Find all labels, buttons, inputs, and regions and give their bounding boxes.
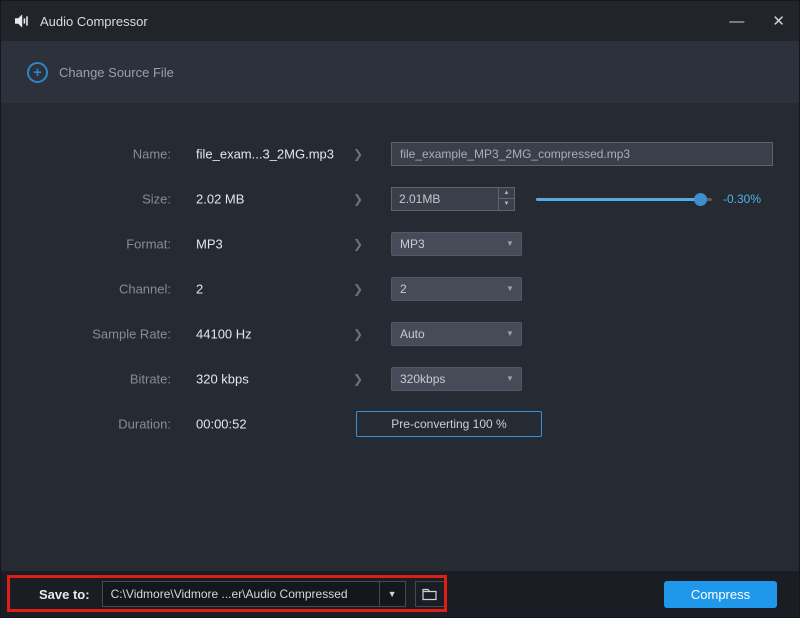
chevron-right-icon: ❯: [353, 372, 363, 386]
pre-converting-button[interactable]: Pre-converting 100 %: [356, 411, 542, 437]
browse-folder-button[interactable]: [415, 581, 445, 607]
folder-icon: [422, 588, 437, 601]
size-value: 2.02 MB: [196, 191, 244, 206]
channel-row: Channel: 2 ❯ 2 ▼: [1, 266, 799, 311]
chevron-down-icon: ▼: [499, 374, 521, 383]
chevron-right-icon: ❯: [353, 192, 363, 206]
bitrate-label: Bitrate:: [1, 371, 171, 386]
save-to-label: Save to:: [39, 587, 90, 602]
format-dropdown[interactable]: MP3 ▼: [391, 232, 522, 256]
chevron-right-icon: ❯: [353, 327, 363, 341]
window-controls: — ✕: [729, 14, 785, 29]
chevron-right-icon: ❯: [353, 282, 363, 296]
channel-dropdown[interactable]: 2 ▼: [391, 277, 522, 301]
format-selected: MP3: [392, 237, 499, 251]
chevron-down-icon[interactable]: ▼: [379, 582, 405, 606]
bitrate-selected: 320kbps: [392, 372, 499, 386]
chevron-down-icon: ▼: [499, 329, 521, 338]
audio-compressor-window: Audio Compressor — ✕ + Change Source Fil…: [0, 0, 800, 618]
target-size-input[interactable]: [392, 188, 498, 210]
size-row: Size: 2.02 MB ❯ ▲ ▼ -0.30%: [1, 176, 799, 221]
chevron-down-icon: ▼: [499, 239, 521, 248]
format-value: MP3: [196, 236, 223, 251]
window-title: Audio Compressor: [40, 14, 148, 29]
sample-rate-dropdown[interactable]: Auto ▼: [391, 322, 522, 346]
size-slider[interactable]: [536, 192, 712, 206]
title-bar: Audio Compressor — ✕: [1, 1, 799, 41]
format-label: Format:: [1, 236, 171, 251]
channel-label: Channel:: [1, 281, 171, 296]
channel-selected: 2: [392, 282, 499, 296]
duration-row: Duration: 00:00:52 Pre-converting 100 %: [1, 401, 799, 446]
stepper-up-icon[interactable]: ▲: [499, 188, 514, 200]
chevron-down-icon: ▼: [499, 284, 521, 293]
close-button[interactable]: ✕: [772, 14, 785, 29]
format-row: Format: MP3 ❯ MP3 ▼: [1, 221, 799, 266]
save-path-combobox[interactable]: C:\Vidmore\Vidmore ...er\Audio Compresse…: [102, 581, 406, 607]
duration-value: 00:00:52: [196, 416, 247, 431]
name-value: file_exam...3_2MG.mp3: [196, 146, 334, 161]
bitrate-dropdown[interactable]: 320kbps ▼: [391, 367, 522, 391]
target-size-stepper[interactable]: ▲ ▼: [391, 187, 515, 211]
sample-rate-row: Sample Rate: 44100 Hz ❯ Auto ▼: [1, 311, 799, 356]
slider-fill: [536, 198, 700, 201]
name-label: Name:: [1, 146, 171, 161]
stepper-buttons: ▲ ▼: [498, 188, 514, 210]
stepper-down-icon[interactable]: ▼: [499, 199, 514, 210]
channel-value: 2: [196, 281, 203, 296]
sample-rate-selected: Auto: [392, 327, 499, 341]
chevron-right-icon: ❯: [353, 147, 363, 161]
bitrate-row: Bitrate: 320 kbps ❯ 320kbps ▼: [1, 356, 799, 401]
sample-rate-label: Sample Rate:: [1, 326, 171, 341]
size-reduction-percent: -0.30%: [723, 192, 761, 206]
header-bar: + Change Source File: [1, 41, 799, 103]
speaker-icon: [15, 14, 31, 28]
chevron-right-icon: ❯: [353, 237, 363, 251]
output-filename-input[interactable]: [391, 142, 773, 166]
add-icon: +: [27, 62, 48, 83]
size-label: Size:: [1, 191, 171, 206]
save-path-value: C:\Vidmore\Vidmore ...er\Audio Compresse…: [103, 587, 379, 601]
footer-bar: Save to: C:\Vidmore\Vidmore ...er\Audio …: [1, 571, 799, 617]
name-row: Name: file_exam...3_2MG.mp3 ❯: [1, 131, 799, 176]
change-source-file-button[interactable]: + Change Source File: [27, 62, 174, 83]
duration-label: Duration:: [1, 416, 171, 431]
compress-button[interactable]: Compress: [664, 581, 777, 608]
change-source-file-label: Change Source File: [59, 65, 174, 80]
slider-handle[interactable]: [694, 193, 707, 206]
sample-rate-value: 44100 Hz: [196, 326, 252, 341]
minimize-button[interactable]: —: [729, 14, 744, 29]
bitrate-value: 320 kbps: [196, 371, 249, 386]
settings-panel: Name: file_exam...3_2MG.mp3 ❯ Size: 2.02…: [1, 103, 799, 571]
